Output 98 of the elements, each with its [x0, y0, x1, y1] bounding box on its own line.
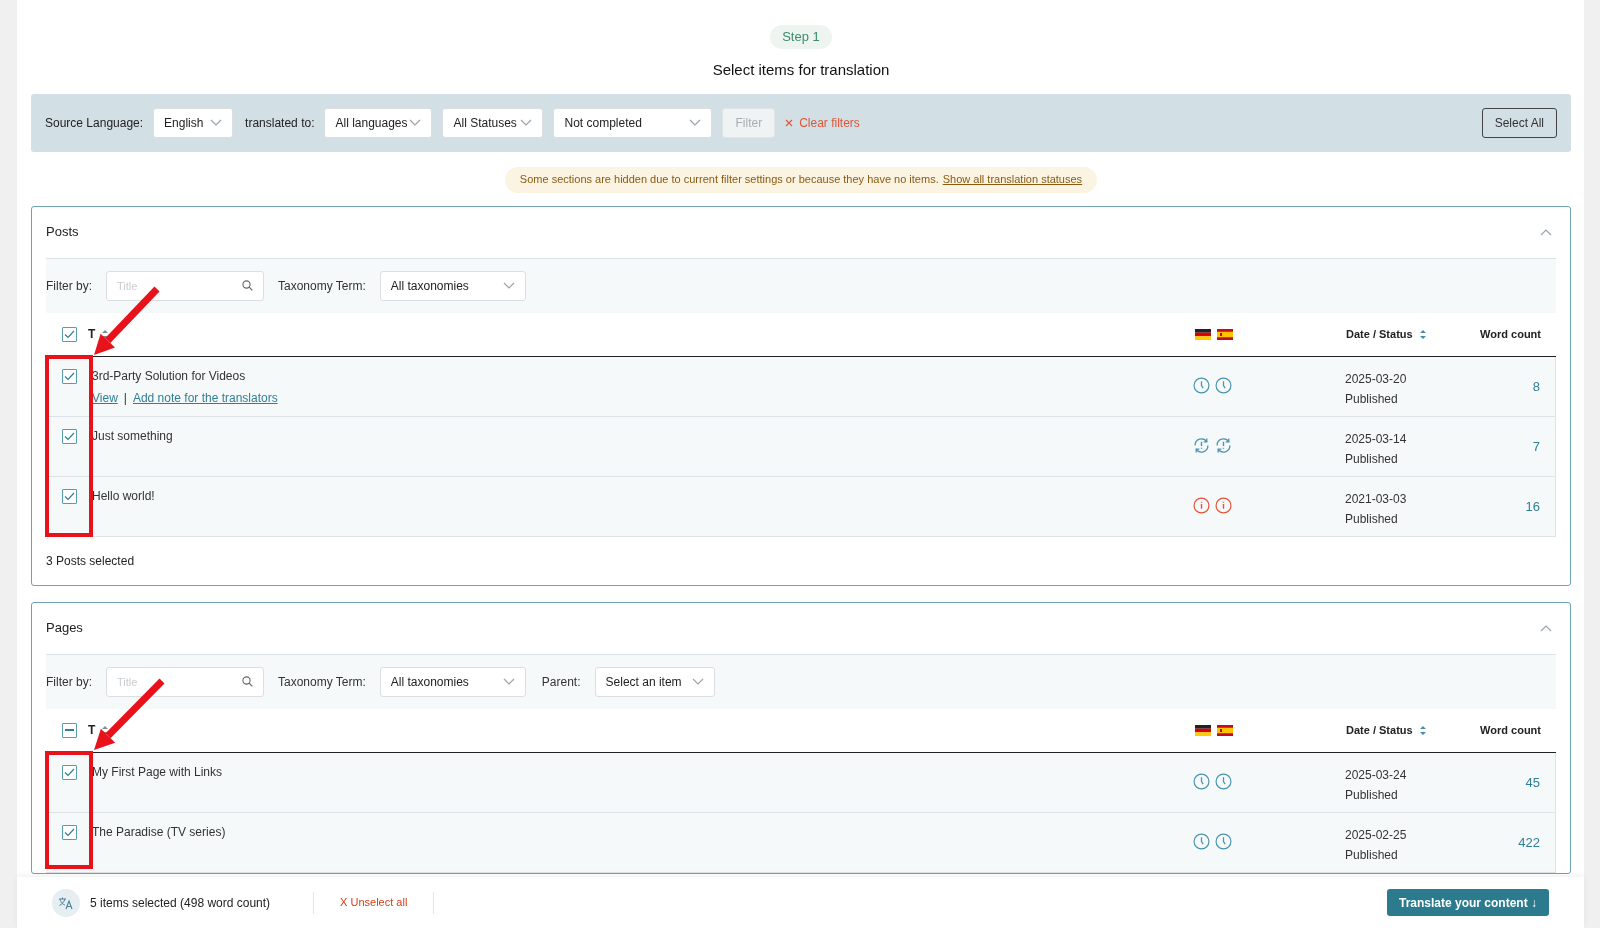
- column-header[interactable]: Date / Status: [1346, 721, 1413, 739]
- page-heading: Select items for translation: [712, 60, 890, 80]
- item-status: Published: [1345, 846, 1399, 864]
- column-header[interactable]: T: [88, 325, 96, 343]
- chevron-down-icon: [210, 119, 223, 126]
- translated-to-label: translated to:: [245, 114, 315, 132]
- item-status: Published: [1345, 510, 1399, 528]
- search-icon: [242, 280, 253, 291]
- table-row[interactable]: My First Page with Links 2025-03-24 Published 45: [46, 752, 1556, 813]
- parent-label: Parent:: [541, 673, 581, 691]
- taxonomy-dropdown[interactable]: All taxonomies: [379, 270, 526, 301]
- close-icon: [785, 118, 794, 127]
- clock-icon[interactable]: [1193, 376, 1210, 394]
- chevron-down-icon: [691, 678, 704, 685]
- source-language-dropdown[interactable]: English: [153, 107, 234, 138]
- item-date: 2025-03-24: [1345, 766, 1408, 784]
- item-title: The Paradise (TV series): [92, 823, 227, 841]
- checkbox[interactable]: [61, 488, 77, 504]
- chevron-down-icon: [689, 119, 702, 126]
- notice-text: Some sections are hidden due to current filter settings or because they have no items.: [519, 172, 939, 188]
- selection-summary: 5 items selected (498 word count): [90, 894, 271, 912]
- sync-icon[interactable]: [1193, 436, 1210, 454]
- section-title: Posts: [46, 223, 79, 242]
- german-flag-icon: [1195, 328, 1211, 340]
- word-count: 45: [1525, 773, 1540, 792]
- info-icon[interactable]: [1215, 496, 1232, 514]
- source-language-label: Source Language:: [45, 114, 144, 132]
- table-row[interactable]: 3rd-Party Solution for Videos View | Add note for the translators 2025-03-20 Published 8: [46, 356, 1556, 417]
- item-status: Published: [1345, 390, 1399, 408]
- item-status: Published: [1345, 786, 1399, 804]
- chevron-up-icon: [1540, 228, 1552, 236]
- chevron-down-icon: [502, 678, 515, 685]
- item-title: 3rd-Party Solution for Videos: [92, 367, 247, 385]
- translate-button[interactable]: Translate your content ↓: [1386, 889, 1549, 916]
- word-count: 8: [1532, 377, 1540, 396]
- item-status: Published: [1345, 450, 1399, 468]
- checkbox[interactable]: [61, 368, 77, 384]
- select-all-button[interactable]: Select All: [1481, 107, 1557, 138]
- chevron-down-icon: [520, 119, 533, 126]
- word-count: 422: [1518, 833, 1540, 852]
- word-count: 16: [1525, 497, 1540, 516]
- sync-icon[interactable]: [1215, 436, 1232, 454]
- selection-count: 3 Posts selected: [46, 552, 135, 570]
- sort-icon[interactable]: [1418, 328, 1427, 340]
- item-title: My First Page with Links: [92, 763, 224, 781]
- word-count: 7: [1532, 437, 1540, 456]
- chevron-down-icon: [502, 282, 515, 289]
- item-title: Hello world!: [92, 487, 156, 505]
- row-link[interactable]: Add note for the translators: [132, 388, 278, 407]
- checkbox[interactable]: [61, 326, 77, 342]
- table-row[interactable]: Just something 2025-03-14 Published 7: [46, 416, 1556, 477]
- translate-icon: [52, 888, 80, 917]
- filter-label: Filter by:: [46, 277, 92, 295]
- sort-icon[interactable]: [101, 724, 110, 736]
- clock-icon[interactable]: [1215, 832, 1232, 850]
- taxonomy-label: Taxonomy Term:: [278, 277, 366, 295]
- sort-icon[interactable]: [101, 328, 110, 340]
- table-row[interactable]: The Paradise (TV series) 2025-02-25 Published 422: [46, 812, 1556, 873]
- table-row[interactable]: Hello world! 2021-03-03 Published 16: [46, 476, 1556, 537]
- taxonomy-label: Taxonomy Term:: [278, 673, 366, 691]
- spanish-flag-icon: [1217, 328, 1233, 340]
- arrow-annotation: [94, 678, 165, 750]
- notice-link[interactable]: Show all translation statuses: [942, 171, 1083, 188]
- item-date: 2021-03-03: [1345, 490, 1408, 508]
- column-header[interactable]: Date / Status: [1346, 325, 1413, 343]
- clock-icon[interactable]: [1215, 376, 1232, 394]
- search-icon: [242, 676, 253, 687]
- step-badge: Step 1: [770, 25, 832, 49]
- statuses-dropdown[interactable]: All Statuses: [442, 107, 544, 138]
- clock-icon[interactable]: [1193, 832, 1210, 850]
- checkbox[interactable]: [61, 428, 77, 444]
- item-title: Just something: [92, 427, 174, 445]
- checkbox[interactable]: [61, 764, 77, 780]
- taxonomy-dropdown[interactable]: All taxonomies: [379, 666, 526, 697]
- sort-icon[interactable]: [1418, 724, 1427, 736]
- link-separator: |: [123, 389, 127, 407]
- row-link[interactable]: View: [92, 388, 118, 407]
- column-header[interactable]: T: [88, 721, 96, 739]
- clock-icon[interactable]: [1215, 772, 1232, 790]
- languages-dropdown[interactable]: All languages: [324, 107, 433, 138]
- chevron-down-icon: [409, 119, 422, 126]
- parent-dropdown[interactable]: Select an item: [594, 666, 715, 697]
- clock-icon[interactable]: [1193, 772, 1210, 790]
- column-header: Word count: [1480, 722, 1541, 738]
- info-icon[interactable]: [1193, 496, 1210, 514]
- completion-dropdown[interactable]: Not completed: [553, 107, 713, 138]
- item-date: 2025-03-14: [1345, 430, 1408, 448]
- spanish-flag-icon: [1217, 724, 1233, 736]
- german-flag-icon: [1195, 724, 1211, 736]
- chevron-up-icon: [1540, 624, 1552, 632]
- section-title: Pages: [46, 619, 83, 638]
- column-header: Word count: [1480, 326, 1541, 342]
- checkbox[interactable]: [61, 722, 77, 738]
- checkbox[interactable]: [61, 824, 77, 840]
- filter-label: Filter by:: [46, 673, 92, 691]
- item-date: 2025-03-20: [1345, 370, 1408, 388]
- item-date: 2025-02-25: [1345, 826, 1408, 844]
- unselect-all-button[interactable]: X Unselect all: [340, 894, 408, 911]
